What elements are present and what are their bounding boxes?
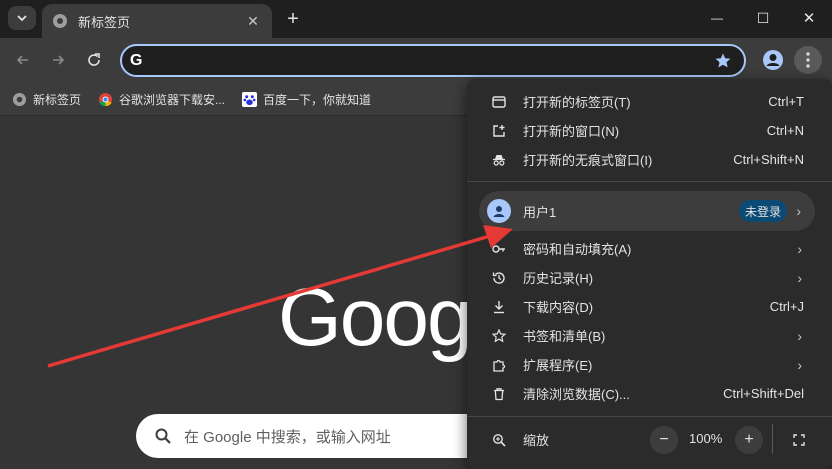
menu-item-label: 清除浏览数据(C)... — [523, 387, 630, 402]
forward-button[interactable] — [45, 47, 71, 73]
menu-item-label: 扩展程序(E) — [523, 358, 593, 373]
tab-new-tab[interactable]: 新标签页 ✕ — [42, 4, 272, 38]
bookmark-label: 新标签页 — [33, 92, 82, 107]
ntp-search-placeholder: 在 Google 中搜索，或输入网址 — [184, 428, 391, 446]
chevron-right-icon: › — [796, 203, 801, 219]
trash-icon — [491, 386, 507, 402]
menu-item-label: 打开新的标签页(T) — [523, 95, 631, 110]
more-vert-icon — [806, 52, 810, 68]
close-window-button[interactable]: ✕ — [786, 0, 832, 36]
plus-icon: + — [744, 431, 754, 448]
close-tab-icon[interactable]: ✕ — [244, 12, 262, 30]
arrow-left-icon — [16, 55, 28, 65]
profile-name: 用户1 — [523, 204, 557, 220]
zoom-level: 100% — [689, 431, 723, 446]
chrome-logo-icon — [53, 14, 67, 28]
chevron-down-icon — [17, 15, 27, 22]
menu-item-shortcut: Ctrl+N — [766, 123, 804, 138]
zoom-in-button[interactable]: + — [735, 426, 763, 454]
menu-item-label: 打开新的无痕式窗口(I) — [523, 153, 653, 168]
menu-profile-row[interactable]: 用户1 未登录 › — [479, 191, 815, 231]
signin-status-badge: 未登录 — [739, 200, 788, 222]
tab-title: 新标签页 — [78, 14, 131, 30]
menu-item-passwords[interactable]: 密码和自动填充(A) › — [467, 234, 832, 263]
tab-strip: 新标签页 ✕ + — ☐ ✕ — [0, 0, 832, 38]
minimize-button[interactable]: — — [694, 0, 740, 36]
avatar-icon — [763, 50, 783, 70]
ntp-search-box[interactable]: 在 Google 中搜索，或输入网址 — [136, 414, 496, 458]
menu-button[interactable] — [794, 46, 822, 74]
chevron-right-icon: › — [797, 240, 802, 257]
chevron-right-icon: › — [797, 269, 802, 286]
close-icon: ✕ — [802, 10, 816, 27]
new-tab-icon — [491, 94, 507, 110]
bookmark-item[interactable]: 百度一下，你就知道 — [242, 88, 371, 110]
menu-item-downloads[interactable]: 下载内容(D) Ctrl+J — [467, 292, 832, 321]
search-icon — [155, 428, 171, 444]
menu-item-label: 打开新的窗口(N) — [523, 124, 620, 139]
zoom-out-button[interactable]: − — [650, 426, 678, 454]
menu-item-new-tab[interactable]: 打开新的标签页(T) Ctrl+T — [467, 87, 832, 116]
chrome-logo-icon — [12, 92, 27, 107]
avatar-icon — [487, 199, 511, 223]
menu-item-label: 密码和自动填充(A) — [523, 242, 632, 257]
menu-item-shortcut: Ctrl+Shift+N — [733, 152, 804, 167]
menu-item-shortcut: Ctrl+Shift+Del — [723, 386, 804, 401]
bookmark-star-icon[interactable] — [714, 52, 732, 70]
menu-item-shortcut: Ctrl+J — [769, 299, 804, 314]
fullscreen-icon — [793, 434, 805, 446]
menu-divider — [467, 181, 832, 182]
bookmark-label: 百度一下，你就知道 — [263, 92, 372, 107]
bookmark-label: 谷歌浏览器下载安... — [119, 92, 226, 107]
puzzle-icon — [491, 357, 507, 373]
arrow-right-icon — [53, 55, 65, 65]
history-icon — [491, 270, 507, 286]
baidu-icon — [242, 91, 257, 107]
maximize-button[interactable]: ☐ — [740, 0, 786, 36]
chrome-main-menu: 打开新的标签页(T) Ctrl+T 打开新的窗口(N) Ctrl+N 打开新的无… — [467, 79, 832, 469]
menu-item-history[interactable]: 历史记录(H) › — [467, 263, 832, 292]
menu-item-extensions[interactable]: 扩展程序(E) › — [467, 350, 832, 379]
fullscreen-button[interactable] — [785, 426, 813, 454]
minus-icon: − — [659, 431, 669, 448]
bookmark-item[interactable]: 谷歌浏览器下载安... — [98, 88, 225, 110]
menu-item-new-window[interactable]: 打开新的窗口(N) Ctrl+N — [467, 116, 832, 145]
bookmark-item[interactable]: 新标签页 — [12, 88, 81, 110]
back-button[interactable] — [10, 47, 36, 73]
menu-item-new-incognito[interactable]: 打开新的无痕式窗口(I) Ctrl+Shift+N — [467, 145, 832, 174]
new-window-icon — [491, 123, 507, 139]
key-icon — [491, 241, 507, 257]
google-g-icon: G — [130, 51, 143, 69]
menu-item-clear-data[interactable]: 清除浏览数据(C)... Ctrl+Shift+Del — [467, 379, 832, 408]
star-icon — [491, 328, 507, 344]
menu-item-label: 缩放 — [523, 433, 550, 448]
zoom-divider — [772, 424, 773, 454]
chevron-right-icon: › — [797, 356, 802, 373]
menu-item-label: 书签和清单(B) — [523, 329, 606, 344]
chrome-color-icon — [98, 92, 113, 107]
menu-item-label: 历史记录(H) — [523, 271, 594, 286]
reload-button[interactable] — [81, 47, 107, 73]
menu-item-shortcut: Ctrl+T — [768, 94, 804, 109]
profile-button[interactable] — [760, 47, 786, 73]
google-logo: Goog — [278, 272, 473, 363]
new-tab-button[interactable]: + — [282, 8, 304, 30]
menu-item-label: 下载内容(D) — [523, 300, 594, 315]
minimize-icon: — — [711, 11, 723, 25]
maximize-icon: ☐ — [756, 9, 770, 26]
reload-icon — [88, 53, 100, 66]
menu-divider — [467, 416, 832, 417]
menu-item-bookmarks[interactable]: 书签和清单(B) › — [467, 321, 832, 350]
zoom-icon — [491, 432, 507, 448]
incognito-icon — [491, 152, 507, 168]
toolbar: G — [0, 38, 832, 82]
download-icon — [491, 299, 507, 315]
address-input[interactable] — [150, 52, 714, 69]
chevron-right-icon: › — [797, 327, 802, 344]
tab-search-button[interactable] — [8, 6, 36, 30]
address-bar[interactable]: G — [120, 44, 746, 77]
